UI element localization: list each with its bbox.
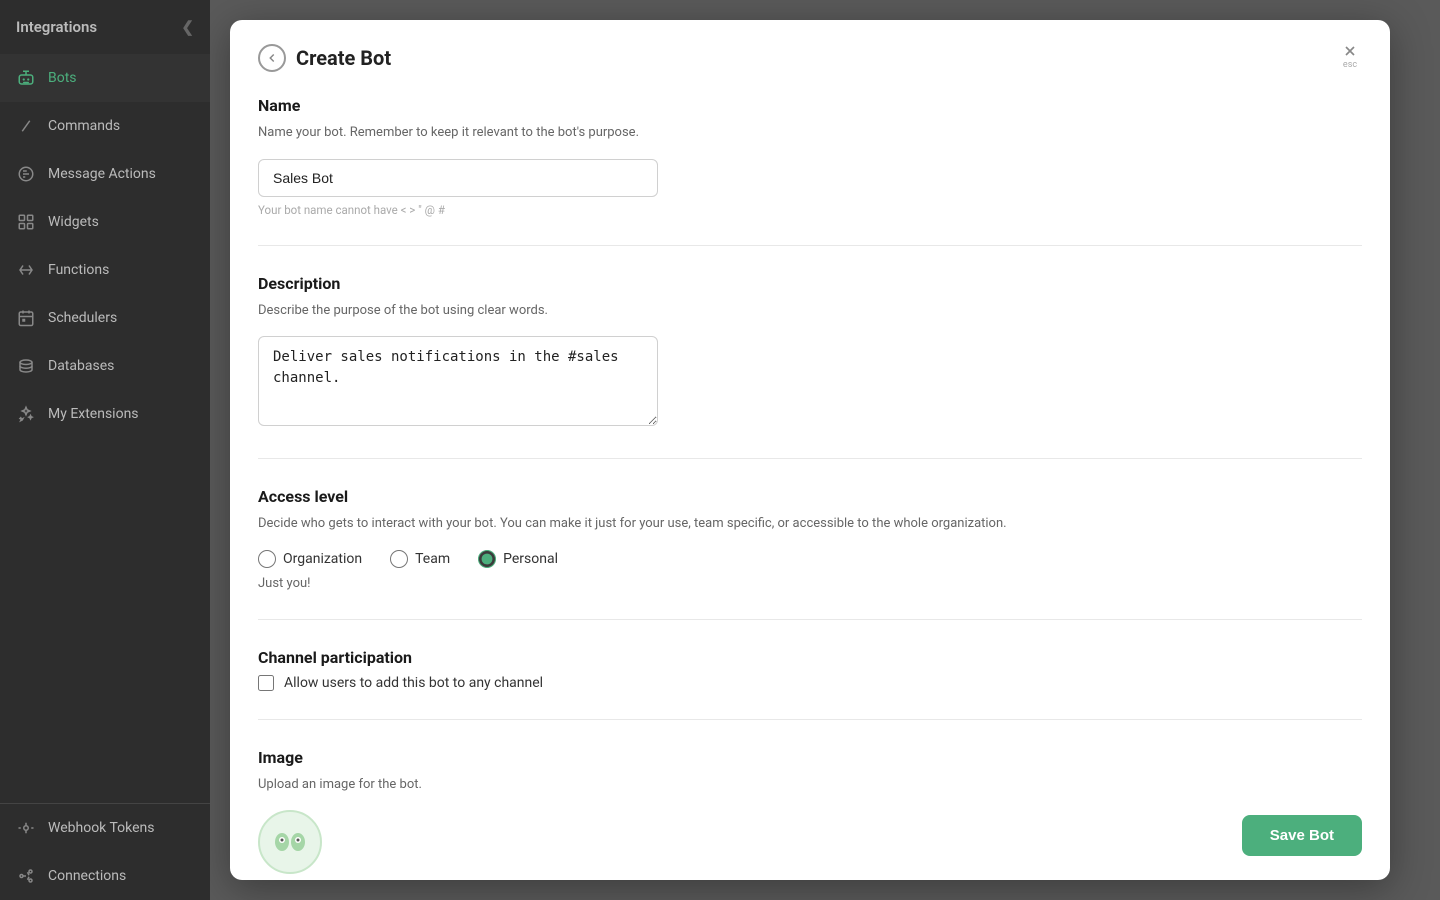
bot-avatar[interactable] — [258, 810, 322, 874]
radio-personal[interactable]: Personal — [478, 550, 558, 568]
radio-team-label: Team — [415, 551, 450, 567]
divider-3 — [258, 619, 1362, 620]
description-section: Description Describe the purpose of the … — [258, 274, 1362, 431]
sidebar-item-databases[interactable]: Databases — [0, 342, 210, 390]
sidebar-item-webhook-tokens[interactable]: Webhook Tokens — [0, 804, 210, 852]
save-btn-container: Save Bot — [1242, 815, 1362, 856]
channel-participation-label: Allow users to add this bot to any chann… — [284, 675, 543, 691]
sidebar-bottom: Webhook Tokens Connections — [0, 803, 210, 900]
channel-participation-checkbox-label[interactable]: Allow users to add this bot to any chann… — [258, 675, 1362, 691]
panel-header: Create Bot — [230, 20, 1390, 72]
sidebar-item-message-actions[interactable]: Message Actions — [0, 150, 210, 198]
sidebar-item-label: Commands — [48, 118, 120, 134]
divider-4 — [258, 719, 1362, 720]
radio-team[interactable]: Team — [390, 550, 450, 568]
sidebar-item-label: Message Actions — [48, 166, 156, 182]
main-content: Create Bot esc Name Name your bot. Remem… — [210, 0, 1440, 900]
bot-description-textarea[interactable]: Deliver sales notifications in the #sale… — [258, 336, 658, 426]
sidebar-title: Integrations — [16, 18, 97, 36]
sidebar-item-bots[interactable]: Bots — [0, 54, 210, 102]
channel-participation-title: Channel participation — [258, 648, 1362, 667]
channel-participation-checkbox[interactable] — [258, 675, 274, 691]
name-section-title: Name — [258, 96, 1362, 115]
channel-participation-section: Channel participation Allow users to add… — [258, 648, 1362, 691]
esc-label: esc — [1343, 61, 1357, 70]
connections-icon — [16, 866, 36, 886]
sidebar-item-label: Bots — [48, 70, 77, 86]
access-level-section: Access level Decide who gets to interact… — [258, 487, 1362, 591]
sidebar-header: Integrations ❮ — [0, 0, 210, 54]
back-button[interactable] — [258, 44, 286, 72]
sidebar-item-label: Connections — [48, 868, 126, 884]
access-level-note: Just you! — [258, 576, 1362, 591]
sidebar: Integrations ❮ Bots — [0, 0, 210, 900]
radio-team-input[interactable] — [390, 550, 408, 568]
scheduler-icon — [16, 308, 36, 328]
close-button[interactable]: esc — [1334, 40, 1366, 72]
message-icon — [16, 164, 36, 184]
panel-title: Create Bot — [296, 46, 391, 70]
divider-2 — [258, 458, 1362, 459]
bot-icon — [16, 68, 36, 88]
sidebar-item-my-extensions[interactable]: My Extensions — [0, 390, 210, 438]
sidebar-item-functions[interactable]: Functions — [0, 246, 210, 294]
description-section-desc: Describe the purpose of the bot using cl… — [258, 301, 1362, 321]
access-level-title: Access level — [258, 487, 1362, 506]
image-section-desc: Upload an image for the bot. — [258, 775, 1362, 795]
sidebar-item-schedulers[interactable]: Schedulers — [0, 294, 210, 342]
sidebar-item-label: My Extensions — [48, 406, 139, 422]
sidebar-item-label: Widgets — [48, 214, 99, 230]
database-icon — [16, 356, 36, 376]
sidebar-item-connections[interactable]: Connections — [0, 852, 210, 900]
sidebar-item-label: Functions — [48, 262, 109, 278]
radio-organization-input[interactable] — [258, 550, 276, 568]
divider-1 — [258, 245, 1362, 246]
name-input-hint: Your bot name cannot have < > " @ # — [258, 203, 1362, 217]
sidebar-toggle-icon[interactable]: ❮ — [181, 18, 194, 36]
sidebar-item-widgets[interactable]: Widgets — [0, 198, 210, 246]
description-section-title: Description — [258, 274, 1362, 293]
extension-icon — [16, 404, 36, 424]
create-bot-panel: Create Bot esc Name Name your bot. Remem… — [230, 20, 1390, 880]
radio-personal-label: Personal — [503, 551, 558, 567]
name-section: Name Name your bot. Remember to keep it … — [258, 96, 1362, 217]
grid-icon — [16, 212, 36, 232]
radio-organization[interactable]: Organization — [258, 550, 362, 568]
webhook-icon — [16, 818, 36, 838]
radio-organization-label: Organization — [283, 551, 362, 567]
save-bot-button[interactable]: Save Bot — [1242, 815, 1362, 856]
sidebar-item-label: Schedulers — [48, 310, 117, 326]
sidebar-item-commands[interactable]: Commands — [0, 102, 210, 150]
sidebar-item-label: Databases — [48, 358, 114, 374]
name-section-desc: Name your bot. Remember to keep it relev… — [258, 123, 1362, 143]
sidebar-item-label: Webhook Tokens — [48, 820, 154, 836]
access-level-radio-group: Organization Team Personal — [258, 550, 1362, 568]
slash-icon — [16, 116, 36, 136]
function-icon — [16, 260, 36, 280]
image-section: Image Upload an image for the bot. — [258, 748, 1362, 875]
radio-personal-input[interactable] — [478, 550, 496, 568]
image-section-title: Image — [258, 748, 1362, 767]
access-level-desc: Decide who gets to interact with your bo… — [258, 514, 1362, 534]
bot-name-input[interactable] — [258, 159, 658, 197]
panel-body: Name Name your bot. Remember to keep it … — [230, 72, 1390, 880]
